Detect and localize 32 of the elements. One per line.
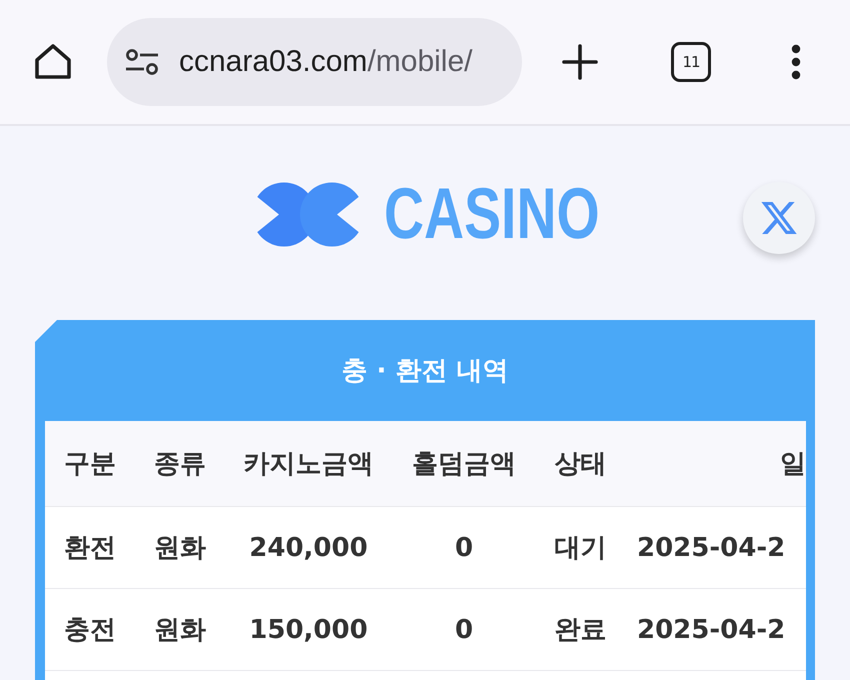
address-bar[interactable]: ccnara03.com/mobile/ (107, 18, 522, 106)
home-button[interactable] (33, 42, 73, 82)
table-cell-text: 환전 (64, 532, 116, 565)
table-cell: 240,000 (249, 532, 368, 562)
url-text: ccnara03.com/mobile/ (179, 45, 472, 79)
plus-icon (562, 44, 598, 80)
table-cell-text: 완료 (554, 614, 606, 647)
tune-icon (125, 49, 159, 75)
column-header: 일 (780, 448, 806, 481)
table-cell: 0 (454, 532, 474, 562)
menu-icon (791, 44, 801, 80)
table-cell-text: 원화 (154, 614, 206, 647)
column-header: 구분 (64, 448, 116, 481)
table-cell-text: 원화 (154, 532, 206, 565)
column-header: 상태 (554, 448, 606, 481)
x-logo-icon (761, 201, 797, 235)
table-cell-text: 충전 (64, 614, 116, 647)
table-cell: 150,000 (249, 614, 368, 644)
x-logo-button[interactable] (743, 182, 815, 254)
new-tab-button[interactable] (562, 44, 598, 80)
menu-button[interactable] (791, 44, 801, 80)
panel-title: 충 · 환전 내역 (341, 355, 509, 388)
table-cell: 2025-04-2 (637, 532, 786, 562)
table-cell: 2025-04-2 (637, 614, 786, 644)
column-header: 홀덤금액 (412, 448, 516, 481)
home-icon (33, 42, 73, 82)
tab-switcher-button[interactable]: 11 (671, 42, 711, 82)
column-header: 종류 (154, 448, 206, 481)
table-cell-text: 대기 (554, 532, 606, 565)
table-cell: 0 (454, 614, 474, 644)
column-header: 카지노금액 (244, 448, 374, 481)
logo-text: CASINO (384, 178, 600, 250)
